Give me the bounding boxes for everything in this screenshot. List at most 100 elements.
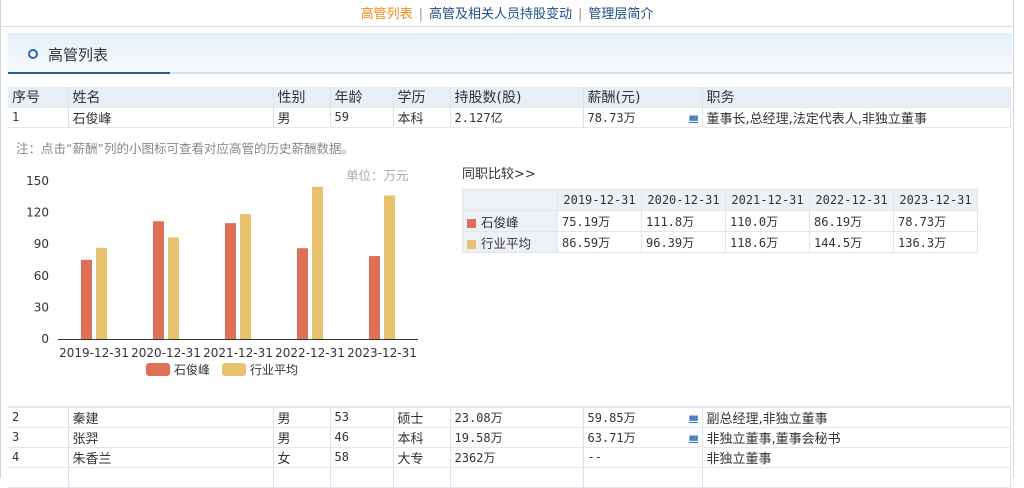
- col-index: 序号: [8, 87, 69, 108]
- cell-position-text: 董事长,总经理,法定代表人,非独立董事: [706, 112, 927, 127]
- compare-corner: [462, 189, 558, 211]
- col-position: 职务: [702, 87, 1011, 108]
- x-tick-label: 2019-12-31: [59, 346, 129, 360]
- compare-date: 2021-12-31: [725, 189, 810, 211]
- bar-shi-junfeng: [297, 248, 308, 339]
- col-gender: 性别: [273, 87, 331, 108]
- cell-position: 非独立董事,董事会秘书: [702, 427, 1011, 448]
- bar-shi-junfeng: [81, 259, 92, 339]
- section-title: 高管列表: [48, 46, 109, 64]
- cell-salary-text: 78.73万: [587, 111, 636, 125]
- cell-shares-text: 23.08万: [454, 411, 503, 425]
- cell-index: 2: [8, 407, 69, 428]
- cell-age-text: 46: [334, 430, 349, 444]
- y-tick-label: 60: [34, 269, 49, 283]
- y-tick-label: 120: [26, 206, 49, 220]
- salary-detail-panel: 注：点击“薪酬”列的小图标可查看对应高管的历史薪酬数据。 单位：万元 0 30 60…: [8, 128, 1011, 407]
- cell-index-text: 1: [12, 110, 20, 124]
- legend-swatch: [467, 218, 476, 228]
- cell-salary-text: 63.71万: [587, 431, 636, 445]
- cell-gender: 男: [273, 427, 331, 448]
- cell-shares: 19.58万: [450, 427, 584, 448]
- compare-value: 118.6万: [725, 231, 810, 253]
- cell-position-text: 副总经理,非独立董事: [706, 412, 828, 427]
- cell-name: 朱香兰: [68, 447, 274, 468]
- cell-gender: 男: [273, 407, 331, 428]
- x-tick-label: 2020-12-31: [131, 346, 201, 360]
- peer-comparison-link[interactable]: 同职比较>>: [462, 163, 536, 182]
- cell-gender-text: 女: [277, 452, 291, 467]
- cell-age-text: 58: [334, 450, 349, 464]
- cell-name-text: 张羿: [72, 432, 99, 447]
- bar-industry-average: [240, 214, 251, 339]
- bar-shi-junfeng: [153, 221, 164, 339]
- bar-industry-average: [96, 247, 107, 339]
- cell-position: 非独立董事: [702, 447, 1011, 468]
- cell-age: 58: [330, 447, 394, 468]
- cell-age: 46: [330, 427, 394, 448]
- cell-name-text: 秦建: [72, 412, 99, 427]
- table-row: 2 秦建 男 53 硕士 23.08万 59.85万 ▮▮▮ 副总经理,非独立董事: [8, 407, 1011, 428]
- cell-salary: 59.85万 ▮▮▮: [583, 407, 703, 428]
- top-nav: 高管列表 | 高管及相关人员持股变动 | 管理层简介: [0, 3, 1014, 22]
- compare-value: 144.5万: [809, 231, 894, 253]
- nav-separator: |: [578, 7, 583, 22]
- compare-value: 96.39万: [641, 231, 726, 253]
- bar-chart-icon[interactable]: ▮▮▮: [688, 414, 698, 423]
- cell-salary-text: --: [587, 450, 602, 464]
- y-tick-label: 0: [41, 332, 49, 346]
- bar-industry-average: [168, 237, 179, 339]
- cell-age: 59: [330, 107, 394, 128]
- col-name: 姓名: [68, 87, 274, 108]
- compare-value: 75.19万: [557, 210, 642, 232]
- y-tick-label: 150: [26, 174, 49, 188]
- circle-icon: [28, 49, 38, 59]
- cell-gender-text: 男: [277, 432, 291, 447]
- cell-education-text: 本科: [397, 112, 424, 127]
- nav-separator: |: [418, 7, 423, 22]
- col-salary: 薪酬(元): [583, 87, 703, 108]
- cell-position: 副总经理,非独立董事: [702, 407, 1011, 428]
- cell-education-text: 本科: [397, 432, 424, 447]
- col-shares: 持股数(股): [450, 87, 584, 108]
- legend-label: 行业平均: [250, 363, 298, 377]
- x-tick-label: 2021-12-31: [203, 346, 273, 360]
- cell-name-text: 朱香兰: [72, 452, 112, 467]
- compare-series-label: 石俊峰: [462, 210, 558, 232]
- compare-date: 2023-12-31: [893, 189, 978, 211]
- divider: [0, 26, 1014, 27]
- legend-label: 石俊峰: [174, 362, 210, 377]
- bar-shi-junfeng: [369, 256, 380, 339]
- bar-chart-icon[interactable]: ▮▮▮: [688, 434, 698, 443]
- cell-shares-text: 2362万: [454, 451, 496, 465]
- table-row: 1 石俊峰 男 59 本科 2.127亿 78.73万 ▮▮▮ 董事长,总经理,法定代表人,非独…: [8, 107, 1011, 128]
- compare-header-row: 2019-12-31 2020-12-31 2021-12-31 2022-12-31…: [462, 189, 978, 211]
- cell-index-text: 4: [12, 450, 20, 464]
- cell-salary-text: 59.85万: [587, 411, 636, 425]
- compare-date: 2020-12-31: [641, 189, 726, 211]
- nav-management-intro[interactable]: 管理层简介: [588, 7, 653, 22]
- compare-row: 石俊峰 75.19万 111.8万 110.0万 86.19万 78.73万: [462, 210, 978, 232]
- nav-shareholding-changes[interactable]: 高管及相关人员持股变动: [429, 7, 572, 22]
- col-education: 学历: [393, 87, 451, 108]
- cell-position-text: 非独立董事: [706, 452, 772, 467]
- cell-name: 张羿: [68, 427, 274, 448]
- x-tick-label: 2023-12-31: [347, 346, 417, 360]
- series-name: 行业平均: [481, 235, 532, 251]
- legend-swatch: [222, 363, 246, 376]
- table-row: 4 朱香兰 女 58 大专 2362万 -- 非独立董事: [8, 447, 1011, 468]
- cell-education: 本科: [393, 427, 451, 448]
- bar-chart-icon[interactable]: ▮▮▮: [688, 114, 698, 123]
- compare-value: 111.8万: [641, 210, 726, 232]
- compare-value: 136.3万: [893, 231, 978, 253]
- peer-comparison-table: 2019-12-31 2020-12-31 2021-12-31 2022-12-31…: [462, 189, 978, 253]
- cell-index-text: 2: [12, 410, 20, 424]
- nav-executive-list[interactable]: 高管列表: [361, 7, 413, 22]
- cell-shares-text: 19.58万: [454, 431, 503, 445]
- bar-industry-average: [312, 186, 323, 339]
- col-age: 年龄: [330, 87, 394, 108]
- compare-value: 110.0万: [725, 210, 810, 232]
- cell-education: 硕士: [393, 407, 451, 428]
- bar-industry-average: [384, 195, 395, 339]
- x-tick-label: 2022-12-31: [275, 346, 345, 360]
